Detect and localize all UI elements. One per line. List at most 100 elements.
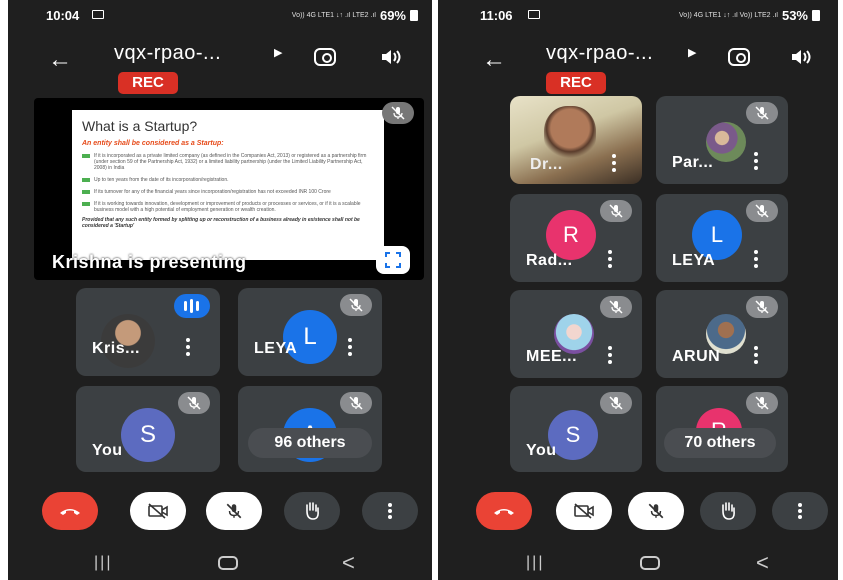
participant-tile[interactable]: S You <box>510 386 642 472</box>
fullscreen-icon[interactable] <box>376 246 410 274</box>
mic-toggle-button[interactable] <box>206 492 262 530</box>
recording-badge: REC <box>118 72 178 94</box>
mic-toggle-button[interactable] <box>628 492 684 530</box>
participant-name: Dr... <box>530 156 563 173</box>
more-vert-icon[interactable] <box>612 154 616 172</box>
raise-hand-button[interactable] <box>284 492 340 530</box>
slide-point: If it is incorporated as a private limit… <box>82 153 374 171</box>
more-vert-icon[interactable] <box>754 152 758 170</box>
battery-icon <box>410 10 418 21</box>
status-right: Vo)) 4G LTE1 ↓↑ .ıl LTE2 .ıl 69% <box>292 8 418 23</box>
meeting-top-bar: ← vqx-rpao-... ▶ <box>8 40 432 80</box>
participant-name: Par... <box>672 154 714 171</box>
end-call-button[interactable] <box>476 492 532 530</box>
more-options-button[interactable] <box>772 492 828 530</box>
status-time: 10:04 <box>46 8 80 23</box>
more-vert-icon[interactable] <box>754 250 758 268</box>
others-tile[interactable]: A 96 others <box>238 386 382 472</box>
participant-tile[interactable]: ARUN <box>656 290 788 378</box>
speaking-indicator-icon <box>174 294 210 318</box>
mic-off-icon <box>340 392 372 414</box>
network-indicator: Vo)) 4G LTE1 ↓↑ .ıl Vo)) LTE2 .ıl <box>679 12 778 19</box>
battery-icon <box>812 10 820 21</box>
participant-video-tile[interactable]: Dr... <box>510 96 642 184</box>
call-controls <box>438 492 838 532</box>
camera-toggle-button[interactable] <box>130 492 186 530</box>
speaker-icon[interactable] <box>790 48 812 71</box>
participant-tile[interactable]: L LEYA <box>238 288 382 376</box>
presenting-label: Krishna is presenting <box>52 252 247 272</box>
participant-name: Rad... <box>526 252 573 269</box>
mic-off-icon <box>600 392 632 414</box>
home-icon[interactable] <box>640 556 660 570</box>
meeting-title[interactable]: vqx-rpao-... <box>546 42 653 65</box>
presentation-tile[interactable]: What is a Startup? An entity shall be co… <box>34 98 424 280</box>
call-controls <box>8 492 432 532</box>
slide-title: What is a Startup? <box>82 118 198 134</box>
participant-tile[interactable]: Par... <box>656 96 788 184</box>
back-arrow-icon[interactable]: ← <box>482 46 506 74</box>
mic-off-icon <box>746 200 778 222</box>
switch-camera-icon[interactable] <box>314 48 336 66</box>
participant-tile[interactable]: MEE... <box>510 290 642 378</box>
participant-tile[interactable]: Kris... <box>76 288 220 376</box>
nav-back-icon[interactable]: < <box>756 550 769 576</box>
participant-avatar: S <box>121 408 175 462</box>
mic-off-icon <box>746 296 778 318</box>
switch-camera-icon[interactable] <box>728 48 750 66</box>
slide-subtitle: An entity shall be considered as a Start… <box>82 140 224 147</box>
participant-tile[interactable]: R Rad... <box>510 194 642 282</box>
camera-toggle-button[interactable] <box>556 492 612 530</box>
meeting-title[interactable]: vqx-rpao-... <box>114 42 221 65</box>
title-expand-arrow-icon[interactable]: ▶ <box>274 46 282 59</box>
status-bar: 11:06 Vo)) 4G LTE1 ↓↑ .ıl Vo)) LTE2 .ıl … <box>438 0 838 28</box>
participant-tile[interactable]: L LEYA <box>656 194 788 282</box>
participant-video-feed <box>544 106 596 162</box>
nav-back-icon[interactable]: < <box>342 550 355 576</box>
home-icon[interactable] <box>218 556 238 570</box>
mic-off-icon <box>600 200 632 222</box>
status-right: Vo)) 4G LTE1 ↓↑ .ıl Vo)) LTE2 .ıl 53% <box>679 8 820 23</box>
mic-off-icon <box>340 294 372 316</box>
android-nav-bar: ||| < <box>8 548 432 580</box>
participant-name: ARUN <box>672 348 721 365</box>
participant-name: LEYA <box>254 340 298 357</box>
back-arrow-icon[interactable]: ← <box>48 46 72 74</box>
end-call-button[interactable] <box>42 492 98 530</box>
more-vert-icon[interactable] <box>186 338 190 356</box>
meeting-top-bar: ← vqx-rpao-... ▶ <box>438 40 838 80</box>
others-count[interactable]: 70 others <box>664 428 776 458</box>
participant-tile[interactable]: S You <box>76 386 220 472</box>
more-vert-icon[interactable] <box>348 338 352 356</box>
speaker-icon[interactable] <box>380 48 402 71</box>
others-tile[interactable]: R 70 others <box>656 386 788 472</box>
mic-off-icon <box>746 102 778 124</box>
more-vert-icon[interactable] <box>754 346 758 364</box>
slide-point: If its turnover for any of the financial… <box>82 189 374 195</box>
raise-hand-button[interactable] <box>700 492 756 530</box>
shared-slide: What is a Startup? An entity shall be co… <box>72 110 384 260</box>
recents-icon[interactable]: ||| <box>94 554 112 572</box>
left-phone-screen: 10:04 Vo)) 4G LTE1 ↓↑ .ıl LTE2 .ıl 69% ←… <box>8 0 432 580</box>
others-count[interactable]: 96 others <box>248 428 372 458</box>
mic-off-icon <box>382 102 414 124</box>
gallery-notification-icon <box>528 10 540 19</box>
android-nav-bar: ||| < <box>438 548 838 580</box>
more-vert-icon[interactable] <box>608 346 612 364</box>
slide-footer: Provided that any such entity formed by … <box>82 217 360 229</box>
participant-name: LEYA <box>672 252 716 269</box>
recents-icon[interactable]: ||| <box>526 554 544 572</box>
more-options-button[interactable] <box>362 492 418 530</box>
battery-level: 69% <box>379 8 406 23</box>
slide-point: If it is working towards innovation, dev… <box>82 201 374 213</box>
participant-name: MEE... <box>526 348 578 365</box>
title-expand-arrow-icon[interactable]: ▶ <box>688 46 696 59</box>
mic-off-icon <box>600 296 632 318</box>
gallery-notification-icon <box>92 10 104 19</box>
status-bar: 10:04 Vo)) 4G LTE1 ↓↑ .ıl LTE2 .ıl 69% <box>8 0 432 28</box>
recording-badge: REC <box>546 72 606 94</box>
more-vert-icon[interactable] <box>608 250 612 268</box>
mic-off-icon <box>746 392 778 414</box>
participant-name: Kris... <box>92 340 140 357</box>
participant-name: You <box>526 442 557 459</box>
